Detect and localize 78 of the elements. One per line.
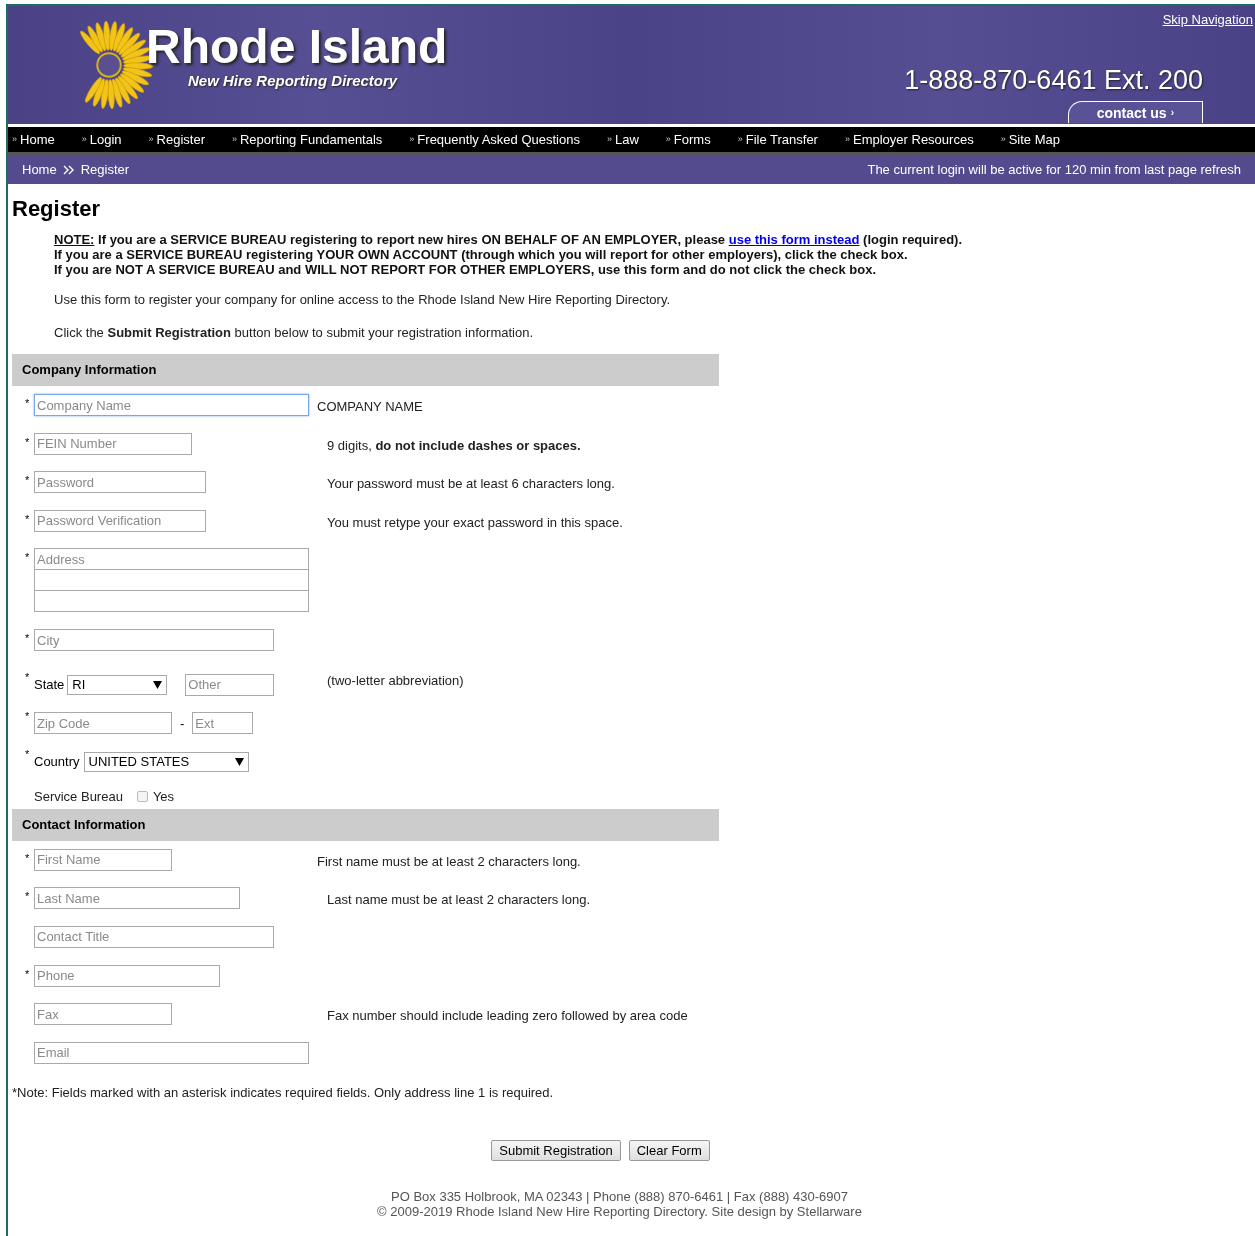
text-field[interactable]: Zip Code — [34, 712, 172, 735]
text-field[interactable]: Fax — [34, 1003, 172, 1026]
text-field[interactable]: Company Name — [34, 394, 309, 416]
field-hint: Your password must be at least 6 characters long. — [326, 475, 615, 494]
text-field[interactable] — [34, 570, 309, 592]
intro-text: Click the Submit Registration button below to submit your registration information. — [53, 323, 535, 342]
skip-navigation-link[interactable]: Skip Navigation — [1162, 10, 1253, 30]
required-marker: * — [25, 435, 30, 448]
text-field[interactable]: Contact Title — [34, 925, 274, 948]
form-button[interactable]: Submit Registration — [491, 1139, 621, 1161]
nav-link[interactable]: » Law — [602, 129, 662, 150]
text-field[interactable]: Password — [34, 471, 206, 494]
required-marker: * — [25, 670, 30, 683]
intro-text: Use this form to register your company for online access to the Rhode Island New Hire Reporting Directory. — [53, 291, 672, 309]
field-hint: First name must be at least 2 characters long. — [317, 852, 581, 871]
dropdown-arrow-icon — [153, 680, 163, 689]
nav-link[interactable]: » File Transfer — [733, 129, 841, 150]
phone-number: 1-888-870-6461 Ext. 200 — [904, 63, 1203, 97]
required-marker: * — [25, 890, 30, 903]
field-hint: (two-letter abbreviation) — [326, 671, 464, 690]
double-chevron-icon — [62, 164, 75, 175]
checkbox[interactable] — [136, 790, 148, 802]
required-marker: * — [25, 474, 30, 487]
field-hint: You must retype your exact password in this space. — [326, 513, 623, 532]
nav-link[interactable]: » Site Map — [996, 129, 1083, 150]
footer-text: PO Box 335 Holbrook, MA 02343 | Phone (888) 870-6461 | Fax (888) 430-6907 — [391, 1188, 848, 1204]
section-header: Company Information — [12, 354, 719, 386]
required-marker: * — [25, 551, 30, 564]
field-hint: Fax number should include leading zero followed by area code — [326, 1007, 688, 1026]
text-field[interactable]: Phone — [34, 964, 220, 987]
form-button[interactable]: Clear Form — [628, 1139, 710, 1161]
nav-link[interactable]: » Forms — [661, 129, 734, 150]
dropdown[interactable]: UNITED STATES — [83, 751, 249, 772]
state-label: State — [34, 676, 65, 694]
nav-link[interactable]: » Reporting Fundamentals — [227, 129, 406, 150]
required-note: *Note: Fields marked with an asterisk indicates required fields. Only address line 1 is required. — [12, 1084, 555, 1103]
site-title: Rhode Island — [146, 20, 448, 74]
required-marker: * — [25, 632, 30, 645]
text-field[interactable]: Other — [185, 673, 275, 696]
section-header: Contact Information — [12, 808, 719, 841]
checkbox-label: Yes — [152, 787, 175, 806]
text-field[interactable] — [34, 591, 309, 613]
session-notice: The current login will be active for 120 min from last page refresh — [867, 160, 1241, 179]
site-subtitle: New Hire Reporting Directory — [187, 71, 399, 91]
text-field[interactable]: First Name — [34, 848, 172, 871]
required-marker: * — [25, 397, 30, 409]
text-field[interactable]: FEIN Number — [34, 432, 192, 455]
text-field[interactable]: City — [34, 629, 274, 652]
required-marker: * — [25, 851, 30, 864]
field-hint: 9 digits, do not include dashes or spaces. — [326, 436, 581, 455]
note-text: NOTE: If you are a SERVICE BUREAU registering to report new hires ON BEHALF OF AN EMPLOYER, please use this form instead (login required). If you are a SERVICE BUREAU registering YOUR OWN ACCOUNT (through which you will report for other employers), click the check box. If you are NOT A SERVICE BUREAU and WILL NOT REPORT FOR OTHER EMPLOYERS, use this form and do not click the check box. — [53, 232, 964, 277]
text-field[interactable]: Email — [34, 1041, 309, 1064]
field-hint: COMPANY NAME — [317, 398, 423, 416]
field-hint: Last name must be at least 2 characters long. — [326, 891, 591, 910]
breadcrumb-link[interactable]: Home — [22, 159, 57, 180]
separator-text: - — [180, 714, 185, 733]
required-marker: * — [25, 512, 30, 525]
text-field[interactable]: Last Name — [34, 887, 240, 910]
dropdown-arrow-icon — [234, 757, 244, 766]
text-field[interactable]: Password Verification — [34, 509, 206, 532]
nav-link[interactable]: » Register — [144, 129, 228, 150]
nav-link[interactable]: » Login — [77, 129, 145, 150]
dropdown[interactable]: RI — [67, 674, 168, 695]
required-marker: * — [25, 967, 30, 980]
text-field[interactable]: Address — [34, 548, 309, 571]
nav-link[interactable]: » Home — [8, 129, 78, 150]
form-link[interactable]: use this form instead — [728, 232, 860, 247]
service-bureau-label: Service Bureau — [34, 787, 123, 806]
nav-link[interactable]: » Frequently Asked Questions — [405, 129, 603, 150]
text-field[interactable]: Ext — [192, 712, 254, 735]
nav-link[interactable]: » Employer Resources — [840, 129, 997, 150]
breadcrumb-link[interactable]: Register — [80, 159, 130, 180]
country-label: Country — [34, 753, 80, 772]
page-title: Register — [12, 198, 102, 220]
contact-us-button[interactable]: contact us › — [1067, 101, 1203, 123]
footer-text: © 2009-2019 Rhode Island New Hire Reporting Directory. Site design by Stellarware — [377, 1203, 862, 1219]
required-marker: * — [25, 748, 30, 761]
required-marker: * — [25, 709, 30, 722]
